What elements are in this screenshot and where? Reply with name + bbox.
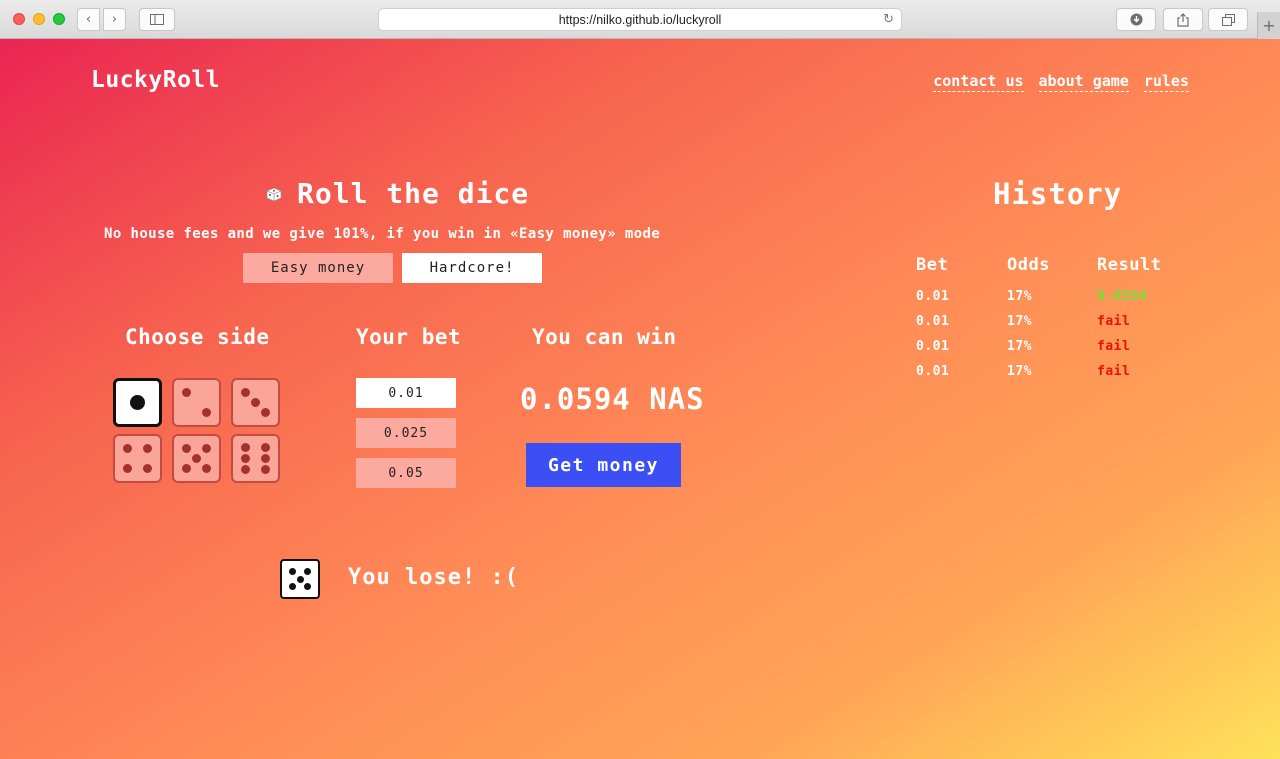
choose-side-heading: Choose side xyxy=(125,325,270,349)
url-text: https://nilko.github.io/luckyroll xyxy=(558,12,722,27)
top-nav: contact us about game rules xyxy=(933,72,1189,92)
bet-option-0-01[interactable]: 0.01 xyxy=(356,378,456,408)
history-odds-cell: 17% xyxy=(1007,289,1032,304)
die-side-two[interactable] xyxy=(172,378,221,427)
die-pip xyxy=(304,567,312,575)
die-pip xyxy=(182,463,192,473)
history-title: History xyxy=(993,177,1123,211)
die-pip xyxy=(304,583,312,591)
nav-about-game[interactable]: about game xyxy=(1038,72,1129,92)
die-pip xyxy=(241,442,251,452)
download-icon xyxy=(1130,13,1142,26)
die-pip xyxy=(251,398,260,407)
die-pip xyxy=(130,395,145,410)
die-pip xyxy=(260,454,270,463)
hardcore-mode-button[interactable]: Hardcore! xyxy=(402,253,542,283)
easy-money-mode-button[interactable]: Easy money xyxy=(243,253,393,283)
history-col-bet: Bet xyxy=(916,255,949,275)
address-bar[interactable]: https://nilko.github.io/luckyroll ↻ xyxy=(378,8,902,31)
die-pip xyxy=(182,388,192,398)
page-title: Roll the dice xyxy=(297,177,530,210)
nav-rules[interactable]: rules xyxy=(1143,72,1189,92)
sidebar-icon xyxy=(150,14,164,25)
nav-contact-us[interactable]: contact us xyxy=(933,72,1024,92)
back-icon: ‹ xyxy=(85,12,92,27)
history-result-cell: fail xyxy=(1097,314,1131,329)
zoom-window-button[interactable] xyxy=(53,13,65,25)
die-pip xyxy=(241,454,251,463)
result-message: You lose! :( xyxy=(348,565,519,590)
die-pip xyxy=(260,465,270,475)
reload-icon[interactable]: ↻ xyxy=(883,12,894,27)
new-tab-icon: + xyxy=(1262,16,1276,35)
forward-button[interactable]: › xyxy=(103,8,126,31)
die-pip xyxy=(260,442,270,452)
die-pip xyxy=(142,444,152,454)
history-result-cell: fail xyxy=(1097,339,1131,354)
history-bet-cell: 0.01 xyxy=(916,289,950,304)
die-pip xyxy=(288,567,296,575)
share-icon xyxy=(1177,12,1189,27)
history-bet-cell: 0.01 xyxy=(916,364,950,379)
history-odds-cell: 17% xyxy=(1007,339,1032,354)
history-result-cell: 0.0594 xyxy=(1097,289,1147,304)
bet-option-0-025[interactable]: 0.025 xyxy=(356,418,456,448)
die-side-four[interactable] xyxy=(113,434,162,483)
share-button[interactable] xyxy=(1163,8,1203,31)
forward-icon: › xyxy=(111,12,118,27)
history-col-result: Result xyxy=(1097,255,1162,275)
win-amount: 0.0594 NAS xyxy=(520,382,705,416)
back-button[interactable]: ‹ xyxy=(77,8,100,31)
site-logo[interactable]: LuckyRoll xyxy=(91,67,220,93)
history-bet-cell: 0.01 xyxy=(916,339,950,354)
history-col-odds: Odds xyxy=(1007,255,1050,275)
get-money-button[interactable]: Get money xyxy=(526,443,681,487)
downloads-button[interactable] xyxy=(1116,8,1156,31)
die-pip xyxy=(123,463,133,473)
die-pip xyxy=(182,444,192,454)
close-window-button[interactable] xyxy=(13,13,25,25)
dice-icon xyxy=(266,187,282,201)
bet-option-0-05[interactable]: 0.05 xyxy=(356,458,456,488)
sidebar-button[interactable] xyxy=(139,8,175,31)
history-bet-cell: 0.01 xyxy=(916,314,950,329)
die-side-six[interactable] xyxy=(231,434,280,483)
tabs-button[interactable] xyxy=(1208,8,1248,31)
die-pip xyxy=(142,463,152,473)
browser-toolbar: ‹ › https://nilko.github.io/luckyroll ↻ … xyxy=(0,0,1280,39)
die-pip xyxy=(288,583,296,591)
die-pip xyxy=(241,465,251,475)
die-side-one[interactable] xyxy=(113,378,162,427)
die-side-five[interactable] xyxy=(172,434,221,483)
rolled-die-icon xyxy=(280,559,320,599)
die-pip xyxy=(241,388,251,398)
die-pip xyxy=(201,463,211,473)
game-title: Roll the dice xyxy=(265,177,529,210)
die-pip xyxy=(296,575,304,583)
die-pip xyxy=(201,407,211,417)
die-pip xyxy=(201,444,211,454)
minimize-window-button[interactable] xyxy=(33,13,45,25)
history-result-cell: fail xyxy=(1097,364,1131,379)
you-can-win-heading: You can win xyxy=(532,325,677,349)
tabs-icon xyxy=(1221,13,1235,26)
die-pip xyxy=(192,454,201,463)
game-subtitle: No house fees and we give 101%, if you w… xyxy=(104,226,661,242)
die-side-three[interactable] xyxy=(231,378,280,427)
history-odds-cell: 17% xyxy=(1007,364,1032,379)
die-pip xyxy=(260,407,270,417)
your-bet-heading: Your bet xyxy=(356,325,462,349)
die-pip xyxy=(123,444,133,454)
new-tab-button[interactable]: + xyxy=(1257,12,1280,39)
page-content: LuckyRoll contact us about game rules Ro… xyxy=(0,39,1280,759)
history-odds-cell: 17% xyxy=(1007,314,1032,329)
